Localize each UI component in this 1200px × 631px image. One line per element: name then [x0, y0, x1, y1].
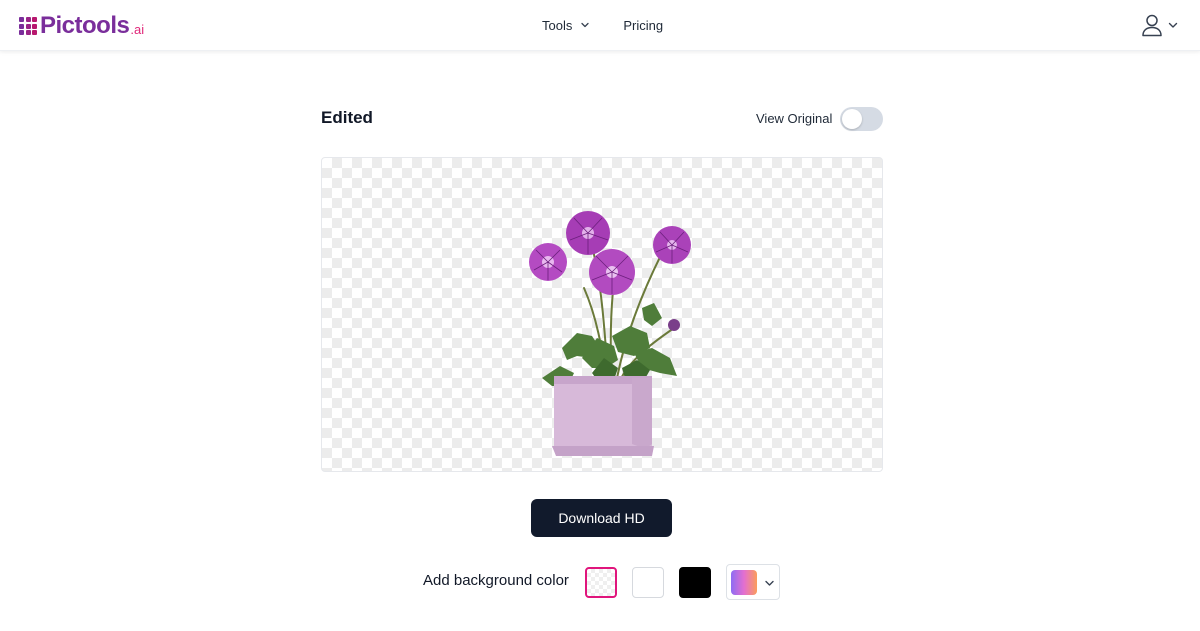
pictools-logo[interactable]: Pictools .ai [19, 12, 144, 40]
gradient-swatch [731, 570, 757, 595]
nav-tools-label: Tools [542, 17, 573, 33]
background-swatch-white[interactable] [632, 567, 664, 598]
nav-pricing-link[interactable]: Pricing [623, 15, 663, 35]
background-swatch-transparent[interactable] [585, 567, 617, 598]
flower-pot-image [529, 211, 691, 456]
logo-text: Pictools [40, 12, 130, 39]
background-swatch-gradient-dropdown[interactable] [726, 564, 780, 600]
logo-suffix: .ai [130, 22, 145, 37]
download-hd-button[interactable]: Download HD [531, 499, 672, 537]
edited-image-preview [321, 157, 883, 472]
view-original-toggle[interactable] [840, 107, 883, 131]
nav-tools-menu[interactable]: Tools [542, 15, 590, 35]
main-nav: Tools Pricing [542, 15, 663, 35]
chevron-down-icon [581, 22, 590, 28]
user-menu[interactable] [1141, 13, 1179, 37]
view-original-label: View Original [756, 111, 833, 126]
background-swatch-black[interactable] [679, 567, 711, 598]
top-navbar: Pictools .ai Tools Pricing [0, 0, 1200, 51]
background-color-label: Add background color [423, 572, 569, 589]
nav-pricing-label: Pricing [623, 17, 664, 33]
page-title: Edited [321, 108, 373, 127]
logo-grid-icon [19, 17, 37, 35]
user-icon [1142, 14, 1162, 37]
chevron-down-icon [1168, 22, 1178, 28]
chevron-down-icon [765, 580, 774, 586]
toggle-knob [842, 109, 862, 129]
